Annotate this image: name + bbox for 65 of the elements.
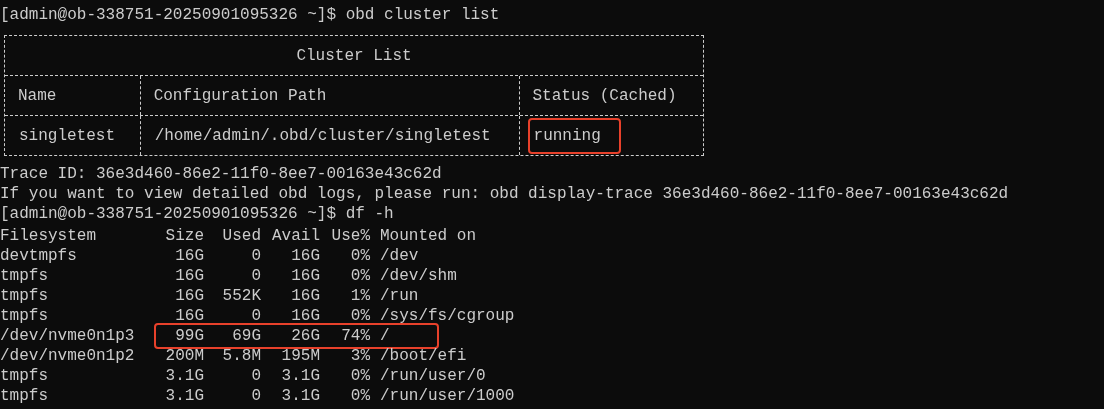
table-cell-text: 3.1G [280, 386, 320, 406]
column-header: Avail [271, 226, 320, 246]
command-line: [admin@ob-338751-20250901095326 ~]$ df -h [0, 205, 394, 223]
table-cell-text: 74% [340, 326, 370, 346]
table-cell-text: 0 [250, 386, 261, 406]
output-line: If you want to view detailed obd logs, please run: obd display-trace 36e3d460-86e2-11f0-8ee7-00163e43c62d [0, 185, 1009, 203]
table-cell-text: 5.8M [221, 346, 261, 366]
table-cell-text: /dev/nvme0n1p2 [0, 346, 136, 366]
table-cell-text: 0 [250, 366, 261, 386]
table-cell-text: devtmpfs [0, 246, 78, 266]
table-cell-text: /run [379, 286, 419, 306]
command-line: [admin@ob-338751-20250901095326 ~]$ obd cluster list [0, 6, 500, 24]
table-cell-text: 0 [250, 246, 261, 266]
table-cell-text: / [379, 326, 390, 346]
table-cell-text: 16G [174, 246, 204, 266]
table-cell-text: 26G [290, 326, 320, 346]
table-cell-text: 552K [221, 286, 261, 306]
table-cell-text: 0 [250, 306, 261, 326]
table-cell-text: 16G [290, 286, 320, 306]
table-cell-text: tmpfs [0, 366, 49, 386]
table-cell-text: 200M [164, 346, 204, 366]
table-cell-text: tmpfs [0, 286, 49, 306]
table-cell-text: singletest [18, 125, 116, 147]
table-cell-text: 0% [349, 386, 370, 406]
table-cell-text: /run/user/1000 [379, 386, 515, 406]
table-cell-text: 3.1G [164, 386, 204, 406]
table-cell-text: /sys/fs/cgroup [379, 306, 515, 326]
table-cell-text: 16G [290, 306, 320, 326]
output-line: Trace ID: 36e3d460-86e2-11f0-8ee7-00163e43c62d [0, 165, 442, 183]
table-cell-text: 99G [174, 326, 204, 346]
column-header: Name [18, 85, 57, 107]
table-cell-text: 1% [349, 286, 370, 306]
table-cell-text: /dev/shm [379, 266, 457, 286]
table-cell-text: /dev [379, 246, 419, 266]
column-header: Status (Cached) [532, 85, 677, 107]
table-cell-text: 0% [349, 366, 370, 386]
table-cell-text: 69G [231, 326, 261, 346]
column-header: Use% [330, 226, 370, 246]
table-cell-text: tmpfs [0, 266, 49, 286]
column-header: Used [221, 226, 261, 246]
column-header: Filesystem [0, 226, 97, 246]
column-header: Size [164, 226, 204, 246]
table-cell-text: 0 [250, 266, 261, 286]
table-cell-text: 3.1G [280, 366, 320, 386]
column-header: Configuration Path [153, 85, 327, 107]
table-cell-text: 16G [174, 286, 204, 306]
column-header: Mounted on [379, 226, 476, 246]
table-cell-text: 0% [349, 306, 370, 326]
table-cell-text: 0% [349, 246, 370, 266]
table-cell-text: tmpfs [0, 386, 49, 406]
table-cell-text: 16G [174, 306, 204, 326]
table-cell-text: 16G [290, 246, 320, 266]
table-cell-text: 195M [280, 346, 320, 366]
table-cell-text: 0% [349, 266, 370, 286]
table-cell-text: tmpfs [0, 306, 49, 326]
table-title: Cluster List [296, 45, 412, 67]
table-cell: running [527, 117, 621, 154]
table-cell-text: 16G [290, 266, 320, 286]
table-cell-text: 3.1G [164, 366, 204, 386]
table-cell-text: /boot/efi [379, 346, 467, 366]
table-cell-text: 16G [174, 266, 204, 286]
table-cell-text: 3% [349, 346, 370, 366]
table-cell-text: /run/user/0 [379, 366, 486, 386]
table-cell-text: /home/admin/.obd/cluster/singletest [153, 125, 492, 147]
table-cell-text: /dev/nvme0n1p3 [0, 326, 136, 346]
